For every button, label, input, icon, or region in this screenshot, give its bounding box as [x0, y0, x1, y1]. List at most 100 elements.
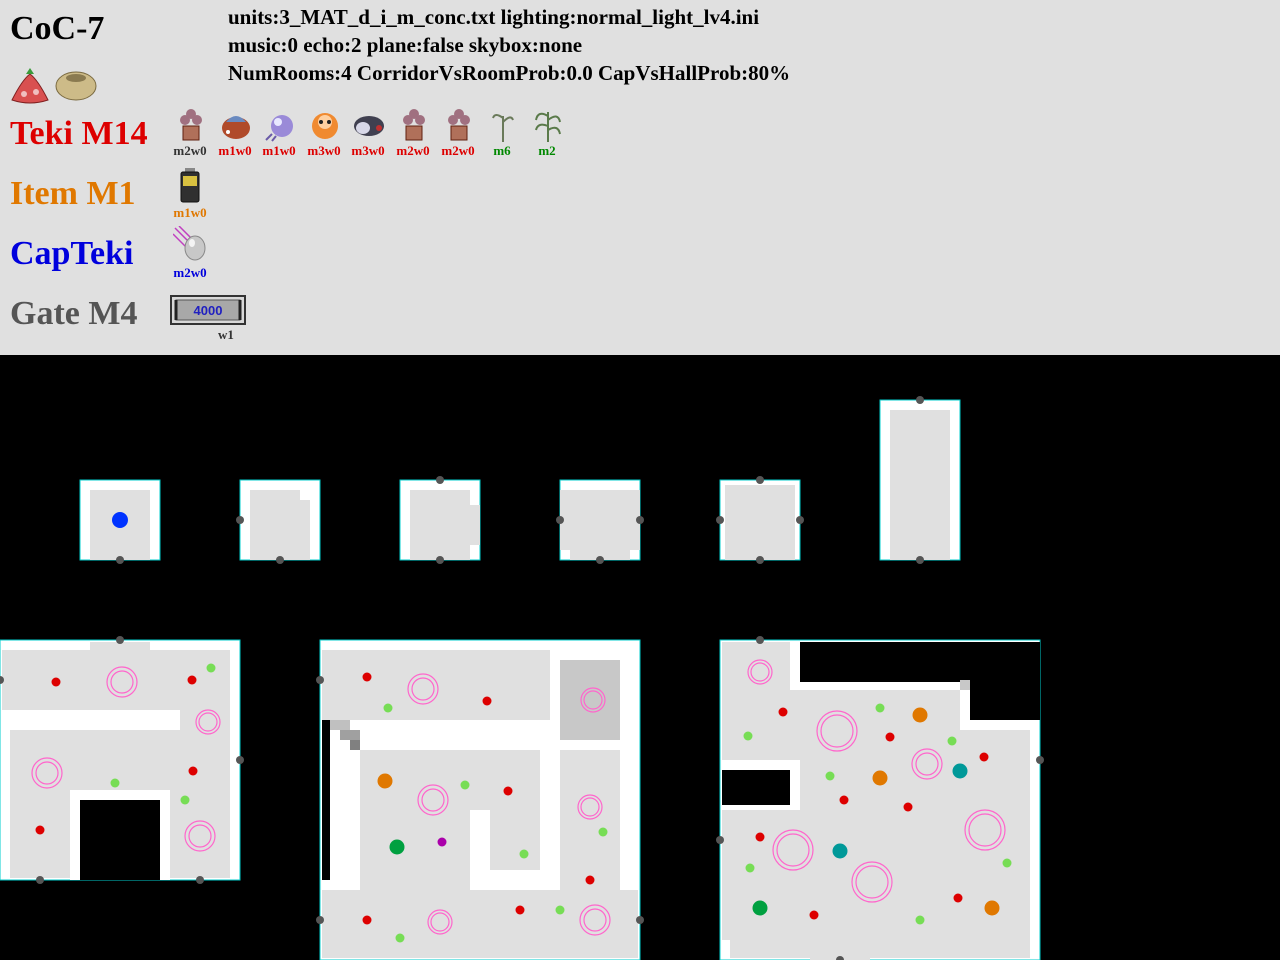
item-entry: m1w0: [168, 166, 212, 220]
teki-marker: [778, 707, 788, 717]
info-line-units: units:3_MAT_d_i_m_conc.txt lighting:norm…: [228, 5, 760, 29]
teki-marker: [839, 795, 849, 805]
teki-marker: [979, 752, 989, 762]
plant-marker: [947, 736, 957, 746]
teki-marker: [885, 732, 895, 742]
teki-marker: [515, 905, 525, 915]
flower-pot-icon: [403, 109, 425, 141]
teki-marker: [188, 766, 198, 776]
plant-marker: [1002, 858, 1012, 868]
falling-egg-icon: [173, 226, 206, 261]
door-marker: [436, 556, 444, 564]
treasure-icons: [11, 68, 97, 104]
teki-entry: m1w0: [257, 106, 301, 158]
clay-pot-treasure-icon: [55, 71, 97, 101]
capteki-entry: m2w0: [168, 226, 212, 280]
teki-marker: [903, 802, 913, 812]
door-marker: [316, 676, 324, 684]
teki-entry-label: m2w0: [396, 143, 430, 158]
item-entry-label: m1w0: [173, 205, 207, 220]
door-marker: [916, 396, 924, 404]
plant-marker: [743, 731, 753, 741]
item-marker: [872, 770, 888, 786]
teki-marker: [35, 825, 45, 835]
teki-marker: [362, 672, 372, 682]
teki-marker: [809, 910, 819, 920]
shell-creature-icon: [222, 116, 250, 139]
special-marker: [437, 837, 447, 847]
door-marker: [756, 636, 764, 644]
door-marker: [756, 476, 764, 484]
gate-entry-label: w1: [218, 327, 234, 342]
room-b: [316, 639, 644, 960]
room-a: [0, 636, 244, 884]
teki-entry: m2: [525, 106, 569, 158]
door-marker: [116, 636, 124, 644]
capteki-entry-label: m2w0: [173, 265, 207, 280]
teki-marker: [585, 875, 595, 885]
plant-marker: [825, 771, 835, 781]
unit-cap-a: [79, 479, 161, 564]
door-marker: [316, 916, 324, 924]
info-line-music: music:0 echo:2 plane:false skybox:none: [228, 33, 583, 57]
special-marker: [752, 900, 768, 916]
door-marker: [716, 516, 724, 524]
unit-hall-d: [556, 479, 644, 564]
gate-row-label: Gate M4: [10, 295, 138, 332]
plant-marker: [383, 703, 393, 713]
plant-marker: [598, 827, 608, 837]
teki-entry-label: m2w0: [441, 143, 475, 158]
flower-pot-icon: [448, 109, 470, 141]
teki-entry: m6: [480, 106, 524, 158]
gate-value: 4000: [194, 303, 223, 318]
teki-entry-label: m3w0: [307, 143, 341, 158]
unit-hall-e: [716, 476, 804, 564]
plant-marker: [555, 905, 565, 915]
unit-cap-b: [236, 479, 321, 564]
info-panel: CoC-7 units:3_MAT_d_i_m_conc.txt lightin…: [0, 0, 1280, 355]
item-marker: [984, 900, 1000, 916]
door-marker: [556, 516, 564, 524]
unit-long-hall-f: [879, 396, 961, 564]
plant-marker: [206, 663, 216, 673]
cap-teki-marker: [112, 512, 128, 528]
battery-icon: [180, 168, 200, 203]
teki-marker: [953, 893, 963, 903]
door-marker: [196, 876, 204, 884]
unit-hall-c: [399, 476, 481, 564]
item-marker: [377, 773, 393, 789]
sprout-icon: [492, 114, 514, 142]
beetle-icon: [354, 116, 384, 136]
teki-marker: [503, 786, 513, 796]
door-marker: [116, 556, 124, 564]
plant-marker: [915, 915, 925, 925]
teki-entry-label: m1w0: [218, 143, 252, 158]
orange-blob-icon: [312, 113, 338, 139]
teki-entry: m2w0: [391, 106, 435, 158]
teki-entry: m3w0: [302, 106, 346, 158]
teki-marker: [362, 915, 372, 925]
teki-entry: m2w0: [168, 106, 212, 158]
teki-entry-label: m6: [493, 143, 511, 158]
door-marker: [276, 556, 284, 564]
door-marker: [436, 476, 444, 484]
plant-marker: [395, 933, 405, 943]
info-line-rooms: NumRooms:4 CorridorVsRoomProb:0.0 CapVsH…: [228, 61, 791, 85]
special-marker: [952, 763, 968, 779]
gate-entry: 4000 w1: [168, 294, 288, 342]
capteki-row-label: CapTeki: [10, 235, 134, 272]
door-marker: [236, 756, 244, 764]
teki-entry-label: m2: [538, 143, 556, 158]
red-fruit-treasure-icon: [11, 68, 49, 104]
special-marker: [832, 843, 848, 859]
teki-entry: m3w0: [346, 106, 390, 158]
plant-marker: [180, 795, 190, 805]
teki-entry: m1w0: [213, 106, 257, 158]
teki-entry: m2w0: [436, 106, 480, 158]
special-marker: [389, 839, 405, 855]
teki-marker: [51, 677, 61, 687]
bubble-creature-icon: [265, 115, 293, 142]
plant-marker: [519, 849, 529, 859]
door-marker: [716, 836, 724, 844]
teki-entry-label: m2w0: [173, 143, 207, 158]
